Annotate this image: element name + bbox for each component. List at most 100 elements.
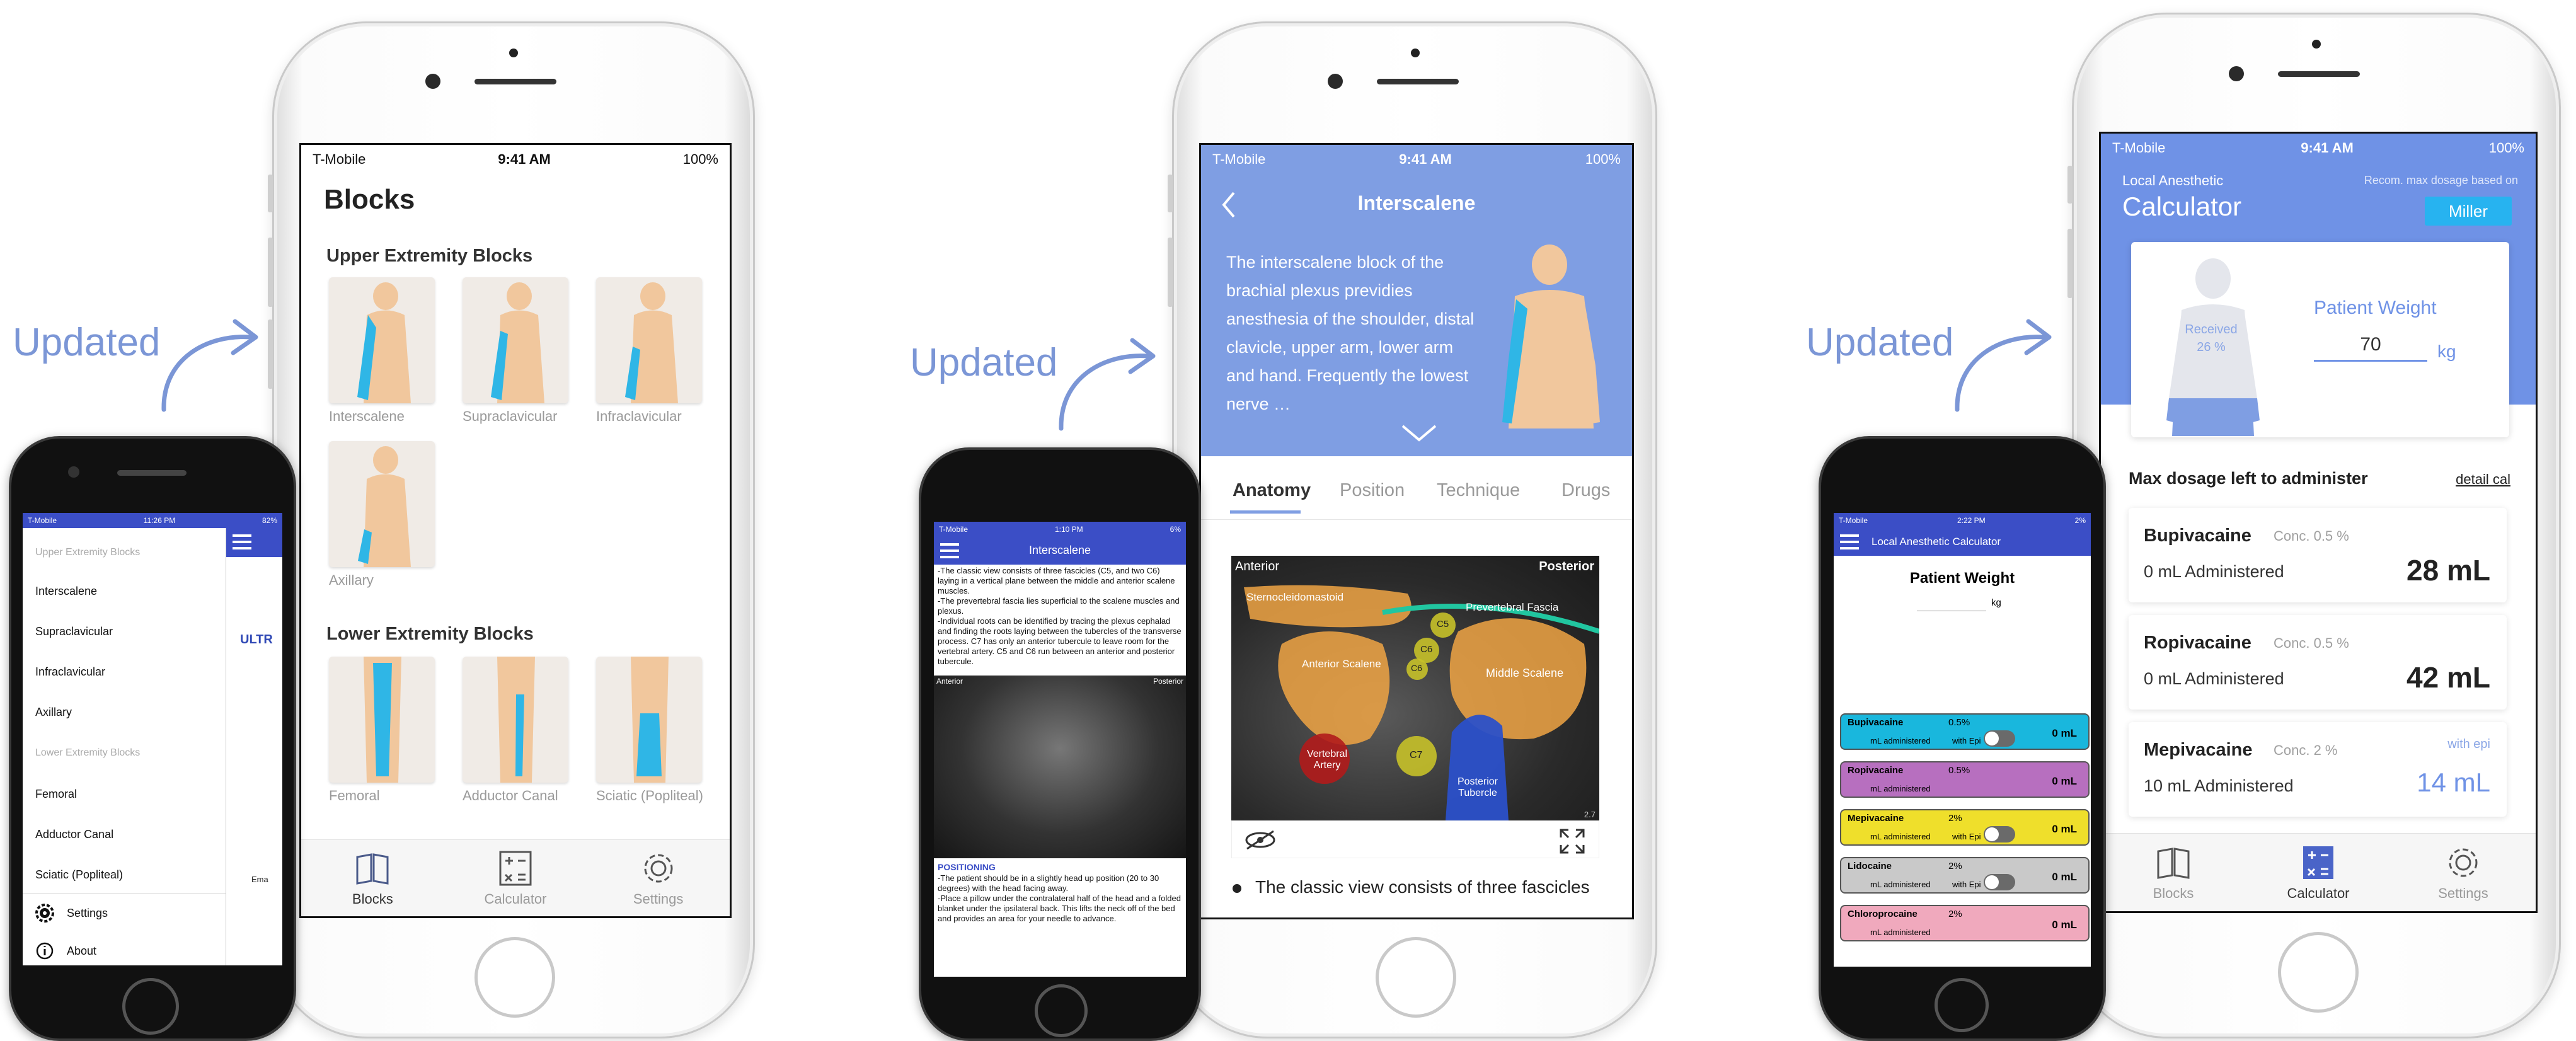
block-description: The interscalene block of the brachial p…: [1226, 253, 1475, 413]
clock: 11:26 PM: [143, 516, 176, 525]
home-button[interactable]: [1935, 978, 1989, 1032]
tab-calculator[interactable]: Calculator: [445, 849, 586, 907]
drawer-item-adductor-canal[interactable]: Adductor Canal: [35, 828, 113, 841]
block-card-axillary[interactable]: Axillary: [329, 441, 435, 589]
carrier-label: T-Mobile: [939, 525, 969, 534]
drawer-item-settings[interactable]: Settings: [35, 904, 108, 923]
screen-calculator: T-Mobile 9:41 AM 100% Local Anesthetic C…: [2099, 132, 2538, 913]
drug-card-bupivacaine[interactable]: Bupivacaine Conc. 0.5 % 0 mL Administere…: [2129, 508, 2507, 602]
max-dosage-label: Max dosage left to administer: [2129, 469, 2368, 488]
drug-concentration[interactable]: 0.5%: [1948, 765, 1970, 776]
drug-card-ropivacaine[interactable]: Ropivacaine Conc. 0.5 % 0 mL Administere…: [2129, 615, 2507, 710]
epi-toggle[interactable]: [1984, 826, 2015, 843]
orientation-label-posterior: Posterior: [1539, 560, 1594, 573]
tab-blocks[interactable]: Blocks: [302, 849, 443, 907]
tab-blocks[interactable]: Blocks: [2102, 844, 2245, 902]
carrier-label: T-Mobile: [1839, 516, 1868, 525]
clock: 9:41 AM: [2301, 140, 2354, 156]
drug-row-mepivacaine[interactable]: Mepivacaine 2% mL administered with Epi …: [1840, 809, 2090, 846]
ultrasound-image: Anterior Posterior Sternocleidomastoid P…: [1231, 556, 1599, 820]
weight-unit: kg: [1991, 597, 2001, 608]
drug-concentration[interactable]: 2%: [1948, 861, 1962, 871]
epi-toggle[interactable]: [1984, 730, 2015, 747]
drug-row-bupivacaine[interactable]: Bupivacaine 0.5% mL administered with Ep…: [1840, 713, 2090, 750]
side-button: [1168, 175, 1173, 212]
drawer-item-supraclavicular[interactable]: Supraclavicular: [35, 625, 113, 638]
drawer-item-sciatic[interactable]: Sciatic (Popliteal): [35, 868, 123, 882]
home-button[interactable]: [122, 978, 179, 1035]
epi-label: with Epi: [1952, 832, 1981, 841]
device-frame-interscalene: T-Mobile 9:41 AM 100% Interscalene The i…: [1168, 21, 1657, 1038]
screen-old-blocks: T-Mobile 11:26 PM 82% ULTR Ema Upper Ext…: [23, 513, 282, 965]
drawer-item-infraclavicular[interactable]: Infraclavicular: [35, 665, 105, 679]
drug-concentration[interactable]: 2%: [1948, 813, 1962, 824]
drug-concentration[interactable]: 0.5%: [1948, 717, 1970, 728]
recommendation-label: Recom. max dosage based on: [2364, 174, 2518, 187]
depth-label: 2.7: [1584, 810, 1596, 819]
drug-name: Bupivacaine: [2144, 526, 2251, 546]
expand-icon[interactable]: [1558, 827, 1586, 855]
drawer-section-upper: Upper Extremity Blocks: [35, 547, 141, 558]
tab-bar: Blocks Calculator Settings: [301, 839, 730, 916]
drawer-item-axillary[interactable]: Axillary: [35, 706, 72, 719]
calculator-icon: [2303, 846, 2333, 879]
front-camera: [68, 466, 79, 478]
epi-label: with Epi: [1952, 880, 1981, 889]
hamburger-menu-icon[interactable]: [1840, 534, 1859, 549]
device-frame-blocks: T-Mobile 9:41 AM 100% Blocks Upper Extre…: [268, 21, 755, 1038]
drawer-item-about[interactable]: About: [35, 941, 96, 960]
block-card-sciatic[interactable]: Sciatic (Popliteal): [596, 657, 703, 804]
drug-card-mepivacaine[interactable]: Mepivacaine Conc. 2 % with epi 10 mL Adm…: [2129, 722, 2507, 817]
tab-calculator[interactable]: Calculator: [2246, 844, 2390, 902]
block-card-supraclavicular[interactable]: Supraclavicular: [463, 277, 568, 425]
block-card-infraclavicular[interactable]: Infraclavicular: [596, 277, 702, 425]
segment-underline: [1230, 510, 1301, 514]
block-card-adductor-canal[interactable]: Adductor Canal: [463, 657, 568, 804]
battery-label: 6%: [1170, 525, 1181, 534]
drug-concentration[interactable]: 2%: [1948, 909, 1962, 919]
drug-row-lidocaine[interactable]: Lidocaine 2% mL administered with Epi 0 …: [1840, 857, 2090, 894]
home-button[interactable]: [1376, 937, 1456, 1018]
tab-drugs[interactable]: Drugs: [1561, 480, 1610, 501]
tab-anatomy[interactable]: Anatomy: [1233, 480, 1311, 501]
block-label: Supraclavicular: [463, 408, 558, 424]
device-frame-old-blocks: T-Mobile 11:26 PM 82% ULTR Ema Upper Ext…: [9, 436, 296, 1041]
showcase-canvas: Updated Updated Updated T-Mobile 9:41 AM…: [0, 0, 2576, 1041]
tab-settings[interactable]: Settings: [2391, 844, 2535, 902]
block-card-interscalene[interactable]: Interscalene: [329, 277, 435, 425]
hamburger-menu-icon[interactable]: [233, 534, 251, 549]
drawer-item-femoral[interactable]: Femoral: [35, 788, 77, 801]
block-card-femoral[interactable]: Femoral: [329, 657, 435, 804]
drawer-label: About: [67, 944, 97, 957]
tab-settings[interactable]: Settings: [587, 849, 728, 907]
epi-toggle[interactable]: [1984, 874, 2015, 890]
status-bar: T-Mobile 9:41 AM 100%: [1201, 145, 1632, 174]
tab-position[interactable]: Position: [1340, 480, 1405, 501]
chevron-down-icon[interactable]: [1399, 421, 1439, 446]
drawer-item-interscalene[interactable]: Interscalene: [35, 585, 97, 598]
side-button: [2067, 166, 2073, 204]
orientation-label-anterior: Anterior: [1235, 560, 1280, 573]
home-button[interactable]: [2278, 932, 2359, 1013]
drug-row-chloroprocaine[interactable]: Chloroprocaine 2% mL administered 0 mL: [1840, 905, 2090, 941]
front-camera: [425, 74, 440, 89]
reference-select-button[interactable]: Miller: [2425, 197, 2512, 226]
hide-labels-icon[interactable]: [1245, 829, 1276, 851]
block-label: Axillary: [329, 572, 374, 588]
drug-row-ropivacaine[interactable]: Ropivacaine 0.5% mL administered 0 mL: [1840, 761, 2090, 798]
anatomy-text: -The classic view consists of three fasc…: [938, 566, 1182, 666]
weight-input[interactable]: [1917, 596, 1986, 611]
divider: [1201, 519, 1632, 520]
received-percent: 26 %: [2197, 340, 2226, 354]
home-button[interactable]: [474, 937, 555, 1018]
epi-label: with Epi: [1952, 736, 1981, 745]
received-label: Received: [2185, 323, 2238, 336]
tab-technique[interactable]: Technique: [1437, 480, 1520, 501]
detail-calc-link[interactable]: detail cal: [2456, 471, 2510, 488]
tab-label: Blocks: [2153, 885, 2194, 901]
battery-label: 82%: [262, 516, 277, 525]
home-button[interactable]: [1035, 984, 1088, 1037]
positioning-text: -The patient should be in a slightly hea…: [938, 873, 1181, 923]
drug-administered: mL administered: [1870, 928, 1931, 937]
weight-input[interactable]: 70: [2314, 334, 2427, 362]
